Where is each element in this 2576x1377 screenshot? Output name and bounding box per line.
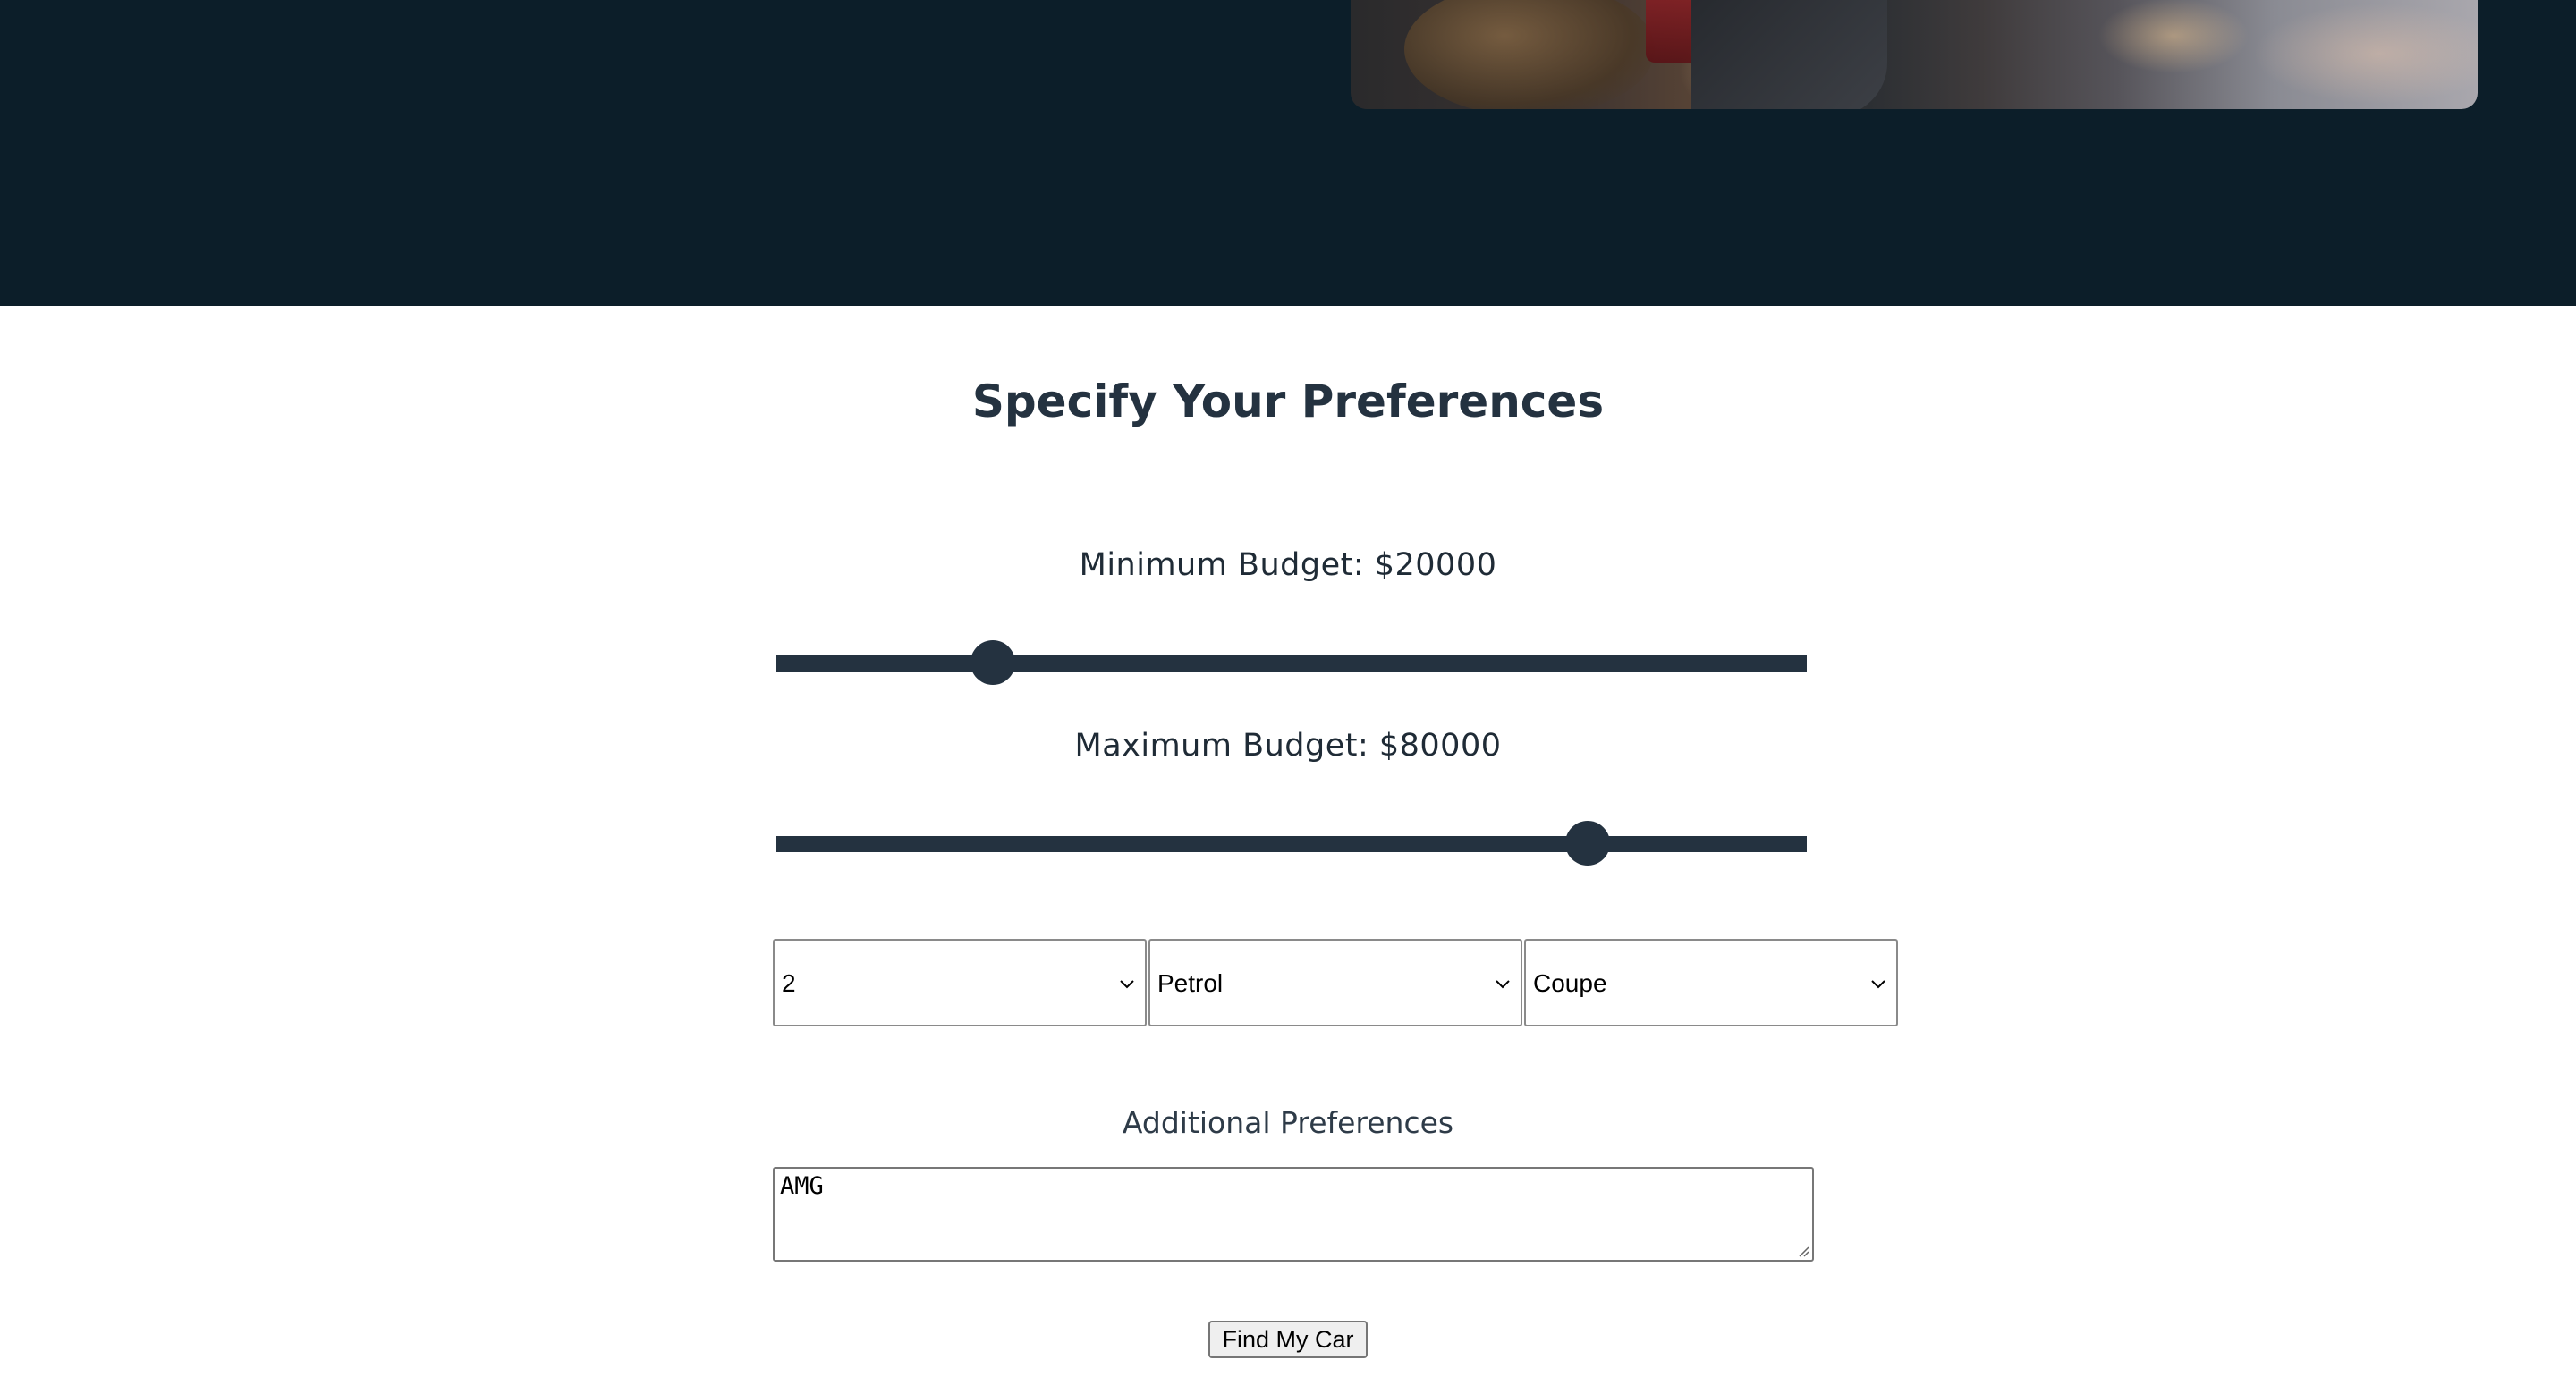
- slider-track: [776, 836, 1807, 852]
- photo-hair: [1404, 0, 1655, 109]
- seats-select-value: 2: [782, 969, 796, 997]
- min-budget-slider[interactable]: [776, 636, 1807, 689]
- photo-jacket: [1690, 0, 1887, 109]
- slider-thumb[interactable]: [1564, 821, 1610, 866]
- body-select[interactable]: Coupe: [1524, 939, 1898, 1026]
- seats-select[interactable]: 2: [773, 939, 1147, 1026]
- max-budget-label: Maximum Budget: $80000: [1074, 728, 1502, 764]
- max-budget-slider[interactable]: [776, 816, 1807, 870]
- resize-grip-icon[interactable]: [1794, 1242, 1810, 1258]
- fuel-select[interactable]: Petrol: [1148, 939, 1522, 1026]
- chevron-down-icon: [1120, 980, 1134, 989]
- additional-preferences-label: Additional Preferences: [1122, 1105, 1454, 1140]
- hero-section: [0, 0, 2576, 306]
- fuel-select-value: Petrol: [1157, 969, 1224, 997]
- find-my-car-button[interactable]: Find My Car: [1208, 1321, 1368, 1358]
- chevron-down-icon: [1496, 980, 1510, 989]
- min-budget-label: Minimum Budget: $20000: [1079, 547, 1497, 583]
- hero-photo: [1351, 0, 2478, 109]
- body-select-value: Coupe: [1533, 969, 1607, 997]
- slider-thumb[interactable]: [970, 640, 1015, 685]
- additional-preferences-textarea[interactable]: AMG: [773, 1167, 1814, 1262]
- page-title: Specify Your Preferences: [971, 376, 1605, 427]
- textarea-value: AMG: [780, 1172, 824, 1200]
- slider-track: [776, 655, 1807, 672]
- chevron-down-icon: [1871, 980, 1885, 989]
